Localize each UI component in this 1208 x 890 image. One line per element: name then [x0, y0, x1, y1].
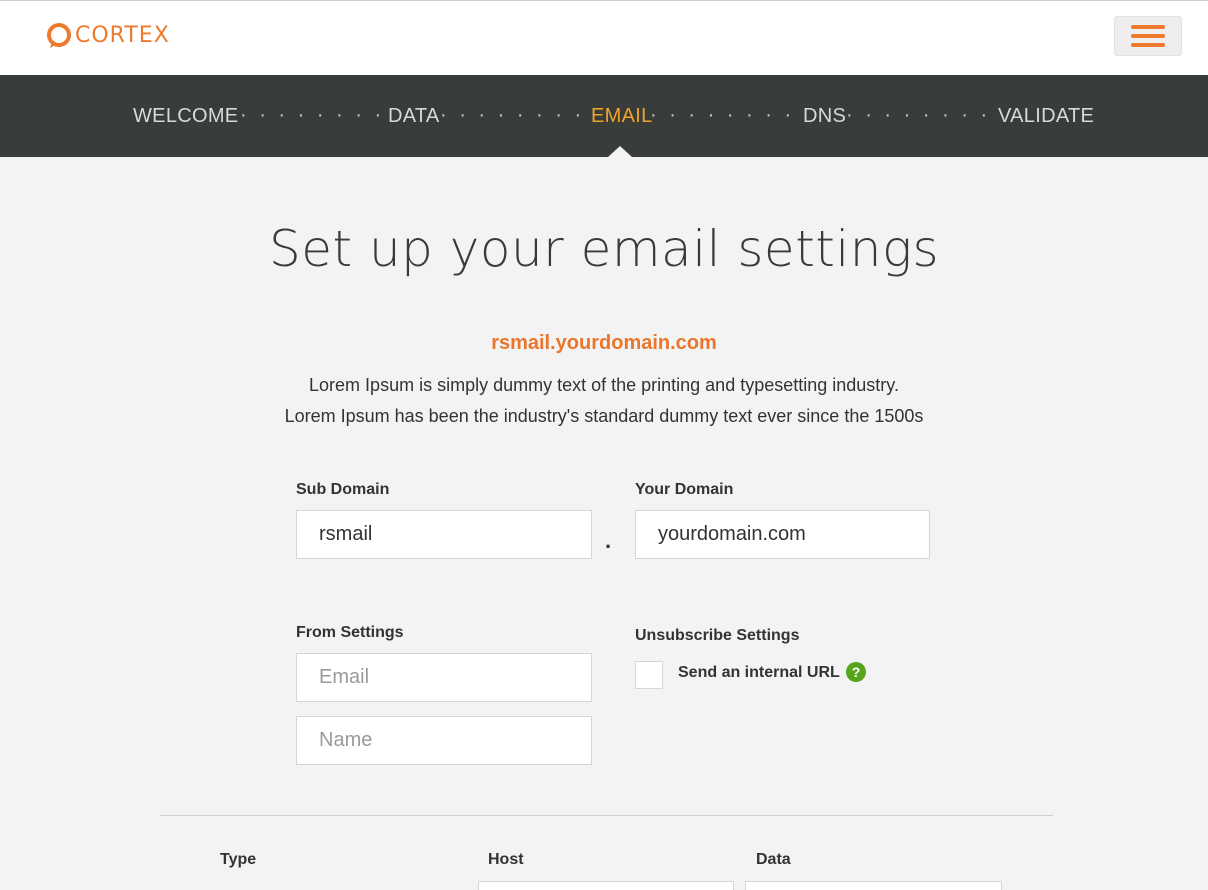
help-question-icon[interactable]: ?	[846, 662, 866, 682]
sub-domain-label: Sub Domain	[296, 481, 390, 498]
column-header-data: Data	[756, 851, 791, 868]
top-header: CORTEX	[0, 0, 1208, 75]
section-divider	[160, 815, 1053, 816]
unsubscribe-settings-label: Unsubscribe Settings	[635, 627, 800, 644]
description: Lorem Ipsum is simply dummy text of the …	[0, 370, 1208, 432]
description-line: Lorem Ipsum is simply dummy text of the …	[309, 375, 899, 395]
data-input[interactable]	[745, 881, 1002, 890]
domain-preview: rsmail.yourdomain.com	[491, 332, 717, 354]
hamburger-menu-icon-bar	[1131, 43, 1165, 47]
from-email-input[interactable]	[296, 653, 592, 702]
your-domain-input[interactable]	[635, 510, 930, 559]
step-connector: · · · · · · · · · · · ·	[240, 104, 384, 126]
column-header-host: Host	[488, 851, 524, 868]
step-welcome[interactable]: WELCOME	[133, 105, 238, 128]
host-input[interactable]	[478, 881, 734, 890]
hamburger-menu-icon-bar	[1131, 34, 1165, 38]
send-internal-url-checkbox[interactable]	[635, 661, 663, 689]
step-connector: · · · · · · · · · · · ·	[440, 104, 588, 126]
step-data[interactable]: DATA	[388, 105, 440, 128]
step-email[interactable]: EMAIL	[591, 105, 653, 128]
domain-separator: .	[605, 528, 612, 553]
from-name-input[interactable]	[296, 716, 592, 765]
hamburger-menu-button[interactable]	[1114, 16, 1182, 56]
step-validate[interactable]: VALIDATE	[998, 105, 1094, 128]
step-connector: · · · · · · · · · · · ·	[846, 104, 994, 126]
logo[interactable]: CORTEX	[46, 23, 170, 49]
logo-text: CORTEX	[75, 23, 170, 48]
from-settings-label: From Settings	[296, 624, 404, 641]
sub-domain-input[interactable]	[296, 510, 592, 559]
description-line: Lorem Ipsum has been the industry's stan…	[284, 406, 924, 426]
your-domain-label: Your Domain	[635, 481, 734, 498]
column-header-type: Type	[220, 851, 257, 868]
chat-bubble-logo-icon	[46, 23, 72, 49]
active-step-indicator	[608, 146, 632, 157]
page-title: Set up your email settings	[268, 220, 940, 278]
step-dns[interactable]: DNS	[803, 105, 846, 128]
hamburger-menu-icon-bar	[1131, 25, 1165, 29]
send-internal-url-label[interactable]: Send an internal URL	[678, 664, 840, 682]
step-progress-bar: WELCOME · · · · · · · · · · · · DATA · ·…	[0, 75, 1208, 157]
step-connector: · · · · · · · · · · · ·	[650, 104, 800, 126]
